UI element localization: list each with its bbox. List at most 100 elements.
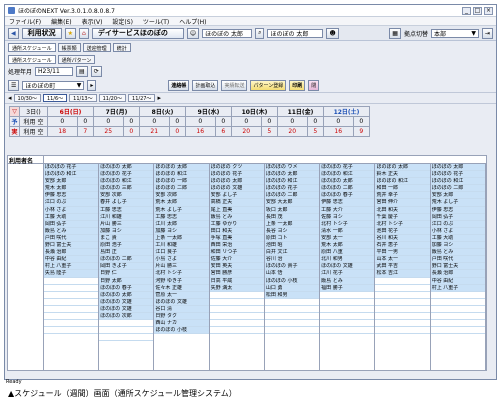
schedule-entry[interactable]: 江川 太郎 <box>154 220 209 228</box>
schedule-entry[interactable]: 菅原 太一 <box>154 291 209 299</box>
schedule-entry[interactable]: 長田 茂 <box>264 213 320 221</box>
empty-cell[interactable] <box>43 327 99 335</box>
empty-cell[interactable] <box>43 306 99 313</box>
schedule-entry[interactable]: 日野 太郎 <box>99 277 154 285</box>
schedule-entry[interactable]: 安部 太一 <box>320 234 375 243</box>
close-screen-button[interactable]: 閉 <box>308 79 320 91</box>
schedule-entry[interactable]: 山本 悟 <box>264 270 320 278</box>
schedule-entry[interactable]: 尾上 直美 <box>209 206 264 214</box>
schedule-entry[interactable]: ほのぼの 太郎 <box>320 178 375 186</box>
schedule-entry[interactable]: 西田 栄治 <box>209 242 264 250</box>
schedule-entry[interactable]: 白井 文江 <box>264 249 320 257</box>
tab-schedule[interactable]: 通所スケジュール <box>8 43 56 52</box>
schedule-entry[interactable]: ほのぼの 和江 <box>375 178 430 186</box>
schedule-entry[interactable]: 高橋 正夫 <box>209 199 264 207</box>
empty-cell[interactable] <box>264 320 320 328</box>
schedule-entry[interactable]: 飯島 とみ <box>320 277 375 285</box>
empty-cell[interactable] <box>99 327 154 335</box>
schedule-entry[interactable]: ほのぼの 和江 <box>264 178 320 186</box>
user-name-field[interactable]: ほのぼの 太郎 <box>202 28 253 38</box>
user-select-button[interactable]: ☻ <box>326 27 339 39</box>
schedule-entry[interactable]: 安部 次郎 <box>154 192 209 200</box>
empty-cell[interactable] <box>375 299 430 306</box>
schedule-entry[interactable]: ほのぼの 小枝 <box>154 327 209 335</box>
empty-cell[interactable] <box>43 299 99 306</box>
schedule-entry[interactable]: 山口 勇 <box>264 284 320 292</box>
empty-cell[interactable] <box>320 299 375 306</box>
schedule-entry[interactable]: 江川 花子 <box>320 270 375 278</box>
schedule-entry[interactable]: 原田 コト <box>264 234 320 243</box>
week-tab-1[interactable]: 10/30〜 <box>13 94 41 102</box>
schedule-entry[interactable]: 江口 のぶ <box>43 199 99 207</box>
facility-select[interactable]: ほのぼの町 ▼ <box>22 80 85 90</box>
maximize-button[interactable]: □ <box>473 6 482 15</box>
schedule-entry[interactable]: 安部 太郎 <box>430 192 485 200</box>
schedule-entry[interactable]: 戸田 咲代 <box>43 234 99 243</box>
schedule-entry[interactable]: 池田 昭 <box>264 242 320 250</box>
schedule-entry[interactable]: 飯島 とみ <box>43 227 99 235</box>
schedule-entry[interactable]: 北村 トシ子 <box>320 220 375 228</box>
favorite-button[interactable]: ★ <box>64 27 77 39</box>
prev-month-button[interactable]: ▤ <box>76 66 88 77</box>
schedule-entry[interactable]: 江川 和雄 <box>99 213 154 221</box>
schedule-entry[interactable]: ほのぼの 一郎 <box>154 178 209 186</box>
schedule-entry[interactable]: ほのぼの 春子 <box>99 284 154 292</box>
schedule-entry[interactable]: 安部 次郎 <box>99 192 154 200</box>
empty-cell[interactable] <box>320 320 375 328</box>
schedule-entry[interactable]: 安部 太郎 <box>43 178 99 186</box>
menu-help[interactable]: ヘルプ(H) <box>179 17 206 26</box>
schedule-entry[interactable]: 佐藤 ヨシ <box>320 213 375 221</box>
result-transfer-button[interactable]: 実績転送 <box>221 79 248 91</box>
schedule-entry[interactable]: 岡田 弘子 <box>430 213 485 221</box>
schedule-entry[interactable]: 加藤 ヨシ <box>430 242 485 250</box>
menu-tools[interactable]: ツール(T) <box>143 17 169 26</box>
schedule-entry[interactable]: 日高 平蔵 <box>209 277 264 285</box>
summary-day-4[interactable]: 9日(水) <box>185 106 232 117</box>
schedule-entry[interactable]: ほのぼの 太郎 <box>154 164 209 172</box>
empty-cell[interactable] <box>43 313 99 321</box>
schedule-entry[interactable]: 伊藤 忠志 <box>320 199 375 207</box>
empty-cell[interactable] <box>375 313 430 321</box>
schedule-entry[interactable]: 西山 ナカ <box>154 320 209 328</box>
schedule-entry[interactable]: 野口 富士夫 <box>430 263 485 271</box>
schedule-entry[interactable]: 加藤 ヨシ <box>99 227 154 235</box>
summary-day-3[interactable]: 8日(火) <box>139 106 186 117</box>
schedule-entry[interactable]: 安田 英夫 <box>209 263 264 271</box>
schedule-entry[interactable]: 長瀬 治郎 <box>43 249 99 257</box>
empty-cell[interactable] <box>209 299 264 306</box>
schedule-entry[interactable]: 島田 正 <box>99 249 154 257</box>
schedule-entry[interactable]: 原田 浩子 <box>99 242 154 250</box>
schedule-entry[interactable]: 佐々木 正雄 <box>154 284 209 292</box>
schedule-entry[interactable]: 飯島 とみ <box>430 249 485 257</box>
schedule-entry[interactable]: ほのぼの 二郎 <box>264 192 320 200</box>
schedule-entry[interactable]: ほのぼの 和江 <box>320 171 375 179</box>
schedule-entry[interactable]: 宮田 勝彦 <box>209 270 264 278</box>
office-select[interactable]: 本部 ▼ <box>430 28 479 38</box>
minimize-button[interactable]: _ <box>462 6 471 15</box>
year-month-field[interactable]: H23/11 <box>35 67 74 76</box>
summary-day-2[interactable]: 7日(月) <box>93 106 140 117</box>
schedule-entry[interactable]: 小島 さよ <box>154 256 209 264</box>
schedule-entry[interactable]: 上条 一太郎 <box>264 220 320 228</box>
schedule-entry[interactable]: 荒木 太郎 <box>320 242 375 250</box>
summary-day-6[interactable]: 11日(金) <box>277 106 324 117</box>
schedule-entry[interactable]: ほのぼの 和江 <box>99 178 154 186</box>
schedule-entry[interactable]: ほのぼの 花子 <box>264 185 320 193</box>
schedule-entry[interactable]: 谷口 清 <box>154 305 209 313</box>
empty-cell[interactable] <box>99 320 154 328</box>
schedule-entry[interactable]: 伊藤 忠志 <box>43 192 99 200</box>
user-icon-button[interactable]: ☺ <box>186 27 200 39</box>
empty-cell[interactable] <box>375 285 430 292</box>
empty-cell[interactable] <box>375 306 430 313</box>
tab-transport[interactable]: 送迎管理 <box>82 43 111 52</box>
schedule-entry[interactable]: ほのぼの 文雄 <box>154 298 209 306</box>
empty-cell[interactable] <box>320 306 375 313</box>
schedule-entry[interactable]: ほのぼの 文雄 <box>209 185 264 193</box>
schedule-entry[interactable]: 和田 リつ子 <box>209 249 264 257</box>
back-button[interactable]: ◀ <box>8 27 19 39</box>
schedule-entry[interactable]: 谷川 和夫 <box>375 234 430 243</box>
schedule-entry[interactable]: ほのぼの 花子 <box>43 164 99 172</box>
week-tab-2[interactable]: 11/6〜 <box>42 94 68 102</box>
schedule-entry[interactable]: 片山 勝三 <box>99 220 154 228</box>
schedule-entry[interactable]: ほのぼの 文雄 <box>99 298 154 306</box>
